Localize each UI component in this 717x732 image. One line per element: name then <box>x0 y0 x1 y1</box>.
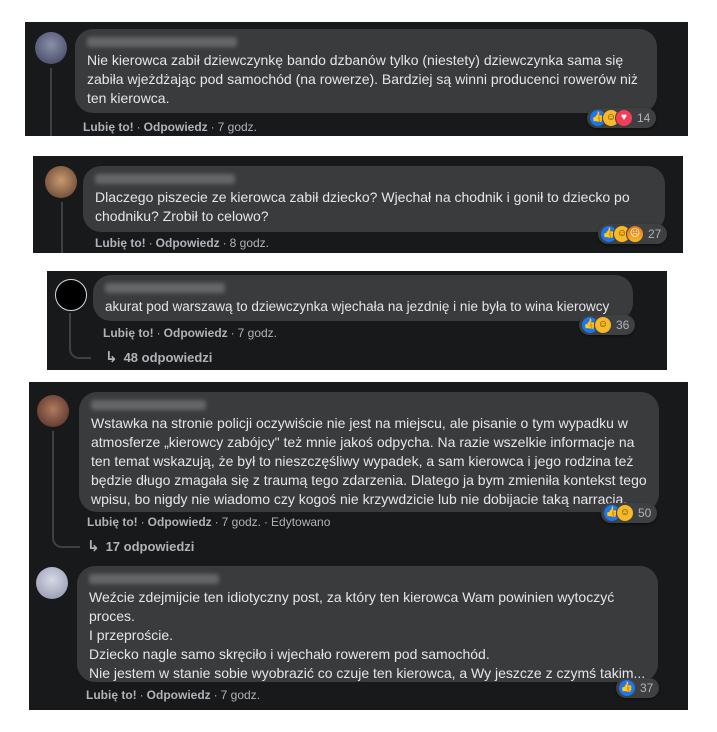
reply-link[interactable]: Odpowiedz <box>144 120 208 134</box>
love-icon: ♥ <box>615 109 633 127</box>
comment-text: akurat pod warszawą to dziewczynka wjech… <box>105 299 610 314</box>
comment-card-1: Nie kierowca zabił dziewczynkę bando dzb… <box>25 22 688 136</box>
comment-bubble: Nie kierowca zabił dziewczynkę bando dzb… <box>75 29 657 113</box>
reactions-badge[interactable]: 👍 ☺ 50 <box>601 503 658 523</box>
author-name[interactable] <box>91 400 206 410</box>
timestamp[interactable]: 7 godz. <box>218 120 257 134</box>
timestamp[interactable]: 7 godz. <box>221 688 260 702</box>
author-name[interactable] <box>105 283 225 293</box>
reply-link[interactable]: Odpowiedz <box>164 326 228 340</box>
like-link[interactable]: Lubię to! <box>86 688 137 702</box>
comment-text: Nie kierowca zabił dziewczynkę bando dzb… <box>87 52 638 106</box>
author-name[interactable] <box>89 574 219 584</box>
reaction-count: 37 <box>640 681 654 695</box>
like-link[interactable]: Lubię to! <box>83 120 134 134</box>
comment-card-3: akurat pod warszawą to dziewczynka wjech… <box>47 271 667 370</box>
reactions-badge[interactable]: 👍 ☺ 36 <box>579 315 636 335</box>
avatar[interactable] <box>45 166 77 198</box>
comment-actions: Lubię to! · Odpowiedz · 7 godz. <box>86 688 261 702</box>
edited-label: Edytowano <box>271 515 331 529</box>
avatar[interactable] <box>55 279 87 311</box>
reactions-badge[interactable]: 👍 ☺ ☹ 27 <box>598 224 668 244</box>
replies-count: 48 odpowiedzi <box>123 349 213 365</box>
author-name[interactable] <box>87 37 237 47</box>
comment-text: Weźcie zdejmijcie ten idiotyczny post, z… <box>89 588 646 683</box>
thread-line <box>69 313 91 359</box>
comment-card-4: Wstawka na stronie policji oczywiście ni… <box>29 382 688 710</box>
comment-bubble: akurat pod warszawą to dziewczynka wjech… <box>93 275 633 321</box>
reactions-badge[interactable]: 👍 ☺ ♥ 14 <box>587 108 657 128</box>
angry-icon: ☹ <box>626 225 644 243</box>
comment-line: Weźcie zdejmijcie ten idiotyczny post, z… <box>89 589 615 624</box>
comment-line: Nie jestem w stanie sobie wyobrazić co c… <box>89 665 646 681</box>
replies-count: 17 odpowiedzi <box>105 538 195 554</box>
thread-line <box>61 202 63 253</box>
timestamp[interactable]: 8 godz. <box>230 236 269 250</box>
comment-bubble: Dlaczego piszecie ze kierowca zabił dzie… <box>83 166 665 232</box>
reaction-count: 36 <box>616 318 630 332</box>
comment-text: Dlaczego piszecie ze kierowca zabił dzie… <box>95 189 630 224</box>
timestamp[interactable]: 7 godz. <box>222 515 261 529</box>
haha-icon: ☺ <box>594 316 612 334</box>
author-name[interactable] <box>95 174 235 184</box>
reply-arrow-icon: ↳ <box>105 349 118 366</box>
reply-link[interactable]: Odpowiedz <box>156 236 220 250</box>
avatar[interactable] <box>37 395 69 427</box>
haha-icon: ☺ <box>616 504 634 522</box>
avatar[interactable] <box>35 32 67 64</box>
thread-line <box>52 431 80 548</box>
comment-card-2: Dlaczego piszecie ze kierowca zabił dzie… <box>33 156 683 253</box>
reaction-count: 27 <box>648 227 662 241</box>
thread-line <box>50 68 52 136</box>
timestamp[interactable]: 7 godz. <box>238 326 277 340</box>
view-replies-link[interactable]: ↳ 48 odpowiedzi <box>105 348 212 366</box>
avatar[interactable] <box>36 567 68 599</box>
comment-line: Dziecko nagle samo skręciło i wjechało r… <box>89 646 490 662</box>
reaction-count: 50 <box>638 506 652 520</box>
reactions-badge[interactable]: 👍 37 <box>616 678 660 698</box>
comment-actions: Lubię to! · Odpowiedz · 8 godz. <box>95 236 270 250</box>
comment-actions: Lubię to! · Odpowiedz · 7 godz. · Edytowano <box>87 515 331 529</box>
like-link[interactable]: Lubię to! <box>95 236 146 250</box>
comment-actions: Lubię to! · Odpowiedz · 7 godz. <box>103 326 278 340</box>
comment-text: Wstawka na stronie policji oczywiście ni… <box>91 415 647 507</box>
reply-link[interactable]: Odpowiedz <box>148 515 212 529</box>
reply-arrow-icon: ↳ <box>87 538 100 555</box>
comment-bubble: Weźcie zdejmijcie ten idiotyczny post, z… <box>77 566 658 682</box>
comment-actions: Lubię to! · Odpowiedz · 7 godz. <box>83 120 258 134</box>
comment-line: I przeproście. <box>89 627 174 643</box>
like-link[interactable]: Lubię to! <box>87 515 138 529</box>
like-link[interactable]: Lubię to! <box>103 326 154 340</box>
reply-link[interactable]: Odpowiedz <box>147 688 211 702</box>
view-replies-link[interactable]: ↳ 17 odpowiedzi <box>87 537 194 555</box>
like-icon: 👍 <box>618 679 636 697</box>
reaction-count: 14 <box>637 111 651 125</box>
comment-bubble: Wstawka na stronie policji oczywiście ni… <box>79 392 659 512</box>
